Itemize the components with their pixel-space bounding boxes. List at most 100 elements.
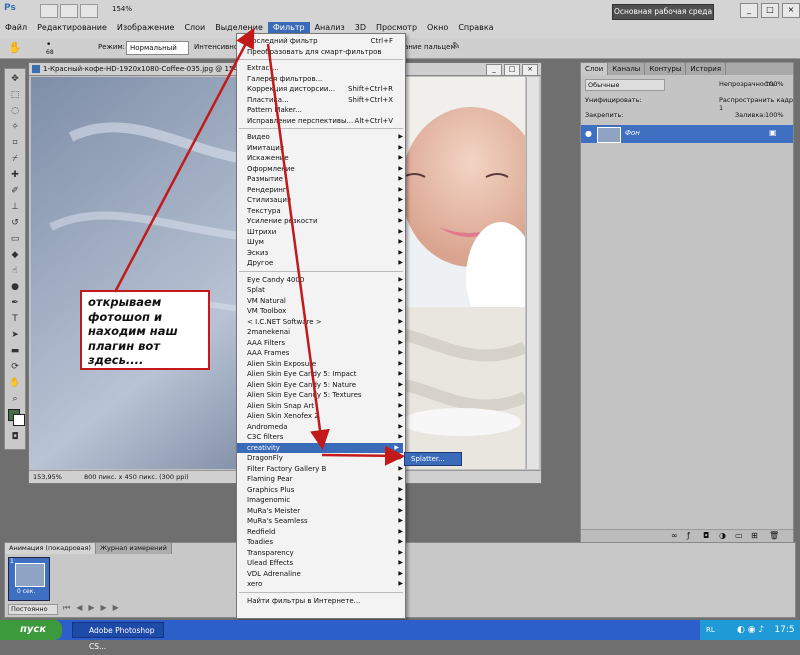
- vertical-scrollbar[interactable]: [526, 77, 539, 469]
- filter-menu-item[interactable]: Найти фильтры в Интернете...: [247, 596, 397, 606]
- marquee-tool-icon[interactable]: ⬚: [8, 89, 22, 101]
- menu-item-2[interactable]: Изображение: [112, 22, 180, 36]
- fill-value[interactable]: 100%: [765, 111, 784, 119]
- filter-menu-item[interactable]: Pattern Maker...: [247, 105, 397, 115]
- submenu-item-splatter[interactable]: Splatter...: [404, 452, 462, 466]
- path-selection-icon[interactable]: ➤: [8, 329, 22, 341]
- dodge-tool-icon[interactable]: ●: [8, 281, 22, 293]
- crop-tool-icon[interactable]: ⌗: [8, 137, 22, 149]
- menu-item-3[interactable]: Слои: [179, 22, 210, 36]
- filter-menu-item[interactable]: Усиление резкости ▶: [247, 216, 403, 226]
- filter-menu-item[interactable]: MuRa's Meister ▶: [247, 506, 403, 516]
- new-layer-icon[interactable]: ⊞: [751, 531, 758, 540]
- layer-mask-icon[interactable]: ◘: [703, 531, 709, 540]
- filter-menu-item[interactable]: AAA Filters ▶: [247, 338, 403, 348]
- adjustment-layer-icon[interactable]: ◑: [719, 531, 726, 540]
- tab-layers[interactable]: Слои: [581, 63, 609, 75]
- filter-menu-item[interactable]: Transparency ▶: [247, 548, 403, 558]
- zoom-tool-icon[interactable]: ⌕: [8, 393, 22, 405]
- blend-mode-select[interactable]: Обычные: [585, 79, 665, 91]
- filter-menu-item[interactable]: Другое ▶: [247, 258, 403, 268]
- taskbar-photoshop[interactable]: Adobe Photoshop CS...: [72, 622, 164, 651]
- smudge-tool-icon[interactable]: ☝: [8, 265, 22, 277]
- history-brush-icon[interactable]: ↺: [8, 217, 22, 229]
- filter-menu-item[interactable]: Галерея фильтров...: [247, 74, 397, 84]
- filter-menu-item[interactable]: Стилизация ▶: [247, 195, 403, 205]
- filter-menu-item[interactable]: Имитация ▶: [247, 143, 403, 153]
- magic-wand-icon[interactable]: ✧: [8, 121, 22, 133]
- filter-menu-item[interactable]: Коррекция дисторсии... Shift+Ctrl+R: [247, 84, 397, 94]
- tab-animation[interactable]: Анимация (покадровая): [5, 543, 96, 554]
- minimize-icon[interactable]: _: [740, 3, 758, 18]
- filter-menu-item[interactable]: DragonFly ▶: [247, 453, 403, 463]
- frame-delay[interactable]: 0 сек.: [17, 588, 35, 595]
- filter-menu-item[interactable]: creativity ▶: [237, 442, 403, 453]
- animation-frame-1[interactable]: 1 0 сек.: [8, 557, 50, 601]
- filter-menu-item[interactable]: Alien Skin Xenofex 2 ▶: [247, 411, 403, 421]
- filter-menu-item[interactable]: Исправление перспективы... Alt+Ctrl+V: [247, 116, 397, 126]
- filter-menu-item[interactable]: VM Natural ▶: [247, 296, 403, 306]
- view-extras-icon[interactable]: [80, 4, 98, 18]
- hand-tool-icon[interactable]: ✋: [8, 377, 22, 389]
- filter-menu-item[interactable]: Alien Skin Eye Candy 5: Nature ▶: [247, 380, 403, 390]
- filter-menu-item[interactable]: Искажение ▶: [247, 153, 403, 163]
- tab-paths[interactable]: Контуры: [645, 63, 687, 75]
- tab-history[interactable]: История: [686, 63, 727, 75]
- filter-menu-item[interactable]: Текстура ▶: [247, 206, 403, 216]
- eraser-icon[interactable]: ▭: [8, 233, 22, 245]
- filter-menu-item[interactable]: Alien Skin Eye Candy 5: Impact ▶: [247, 369, 403, 379]
- menu-item-1[interactable]: Редактирование: [32, 22, 112, 36]
- filter-menu-item[interactable]: Splat ▶: [247, 285, 403, 295]
- link-layers-icon[interactable]: ∞: [671, 531, 678, 540]
- start-button[interactable]: пуск: [0, 620, 62, 640]
- playback-controls[interactable]: ⏮◀▶▶▶: [63, 603, 125, 613]
- tab-channels[interactable]: Каналы: [608, 63, 646, 75]
- lasso-tool-icon[interactable]: ◌: [8, 105, 22, 117]
- filter-menu-item[interactable]: Эскиз ▶: [247, 248, 403, 258]
- filter-menu-item[interactable]: Flaming Pear ▶: [247, 474, 403, 484]
- eyedropper-icon[interactable]: ⌿: [8, 153, 22, 165]
- trash-icon[interactable]: 🗑: [769, 531, 779, 540]
- menu-item-0[interactable]: Файл: [0, 22, 32, 36]
- filter-menu-item[interactable]: Alien Skin Snap Art ▶: [247, 401, 403, 411]
- 3d-rotate-icon[interactable]: ⟳: [8, 361, 22, 373]
- paint-bucket-icon[interactable]: ◆: [8, 249, 22, 261]
- filter-menu-item[interactable]: Размытие ▶: [247, 174, 403, 184]
- tray-icons[interactable]: ◐ ◉ ♪: [717, 625, 764, 635]
- menu-item-10[interactable]: Справка: [453, 22, 498, 36]
- doc-close-icon[interactable]: ×: [522, 64, 538, 76]
- move-tool-icon[interactable]: ✥: [8, 73, 22, 85]
- tab-measurement-log[interactable]: Журнал измерений: [95, 543, 172, 554]
- loop-select[interactable]: Постоянно: [8, 604, 58, 615]
- filter-menu-item[interactable]: < I.C.NET Software > ▶: [247, 317, 403, 327]
- filter-menu-item[interactable]: Штрихи ▶: [247, 227, 403, 237]
- quick-mask-icon[interactable]: ◘: [8, 431, 22, 443]
- filter-menu-item[interactable]: Оформление ▶: [247, 164, 403, 174]
- layer-row[interactable]: ● Фон ▣: [581, 125, 793, 143]
- filter-menu-item[interactable]: 2manekenai ▶: [247, 327, 403, 337]
- filter-menu-item[interactable]: Рендеринг ▶: [247, 185, 403, 195]
- pen-pressure-icon[interactable]: ✎: [452, 41, 460, 52]
- filter-menu-item[interactable]: Ulead Effects ▶: [247, 558, 403, 568]
- filter-menu-item[interactable]: Extract...: [247, 63, 397, 73]
- pen-tool-icon[interactable]: ✒: [8, 297, 22, 309]
- filter-menu-item[interactable]: Toadies ▶: [247, 537, 403, 547]
- filter-menu-item[interactable]: Последний фильтр Ctrl+F: [247, 36, 397, 46]
- filter-menu-item[interactable]: xero ▶: [247, 579, 403, 589]
- healing-brush-icon[interactable]: ✚: [8, 169, 22, 181]
- brush-tool-icon[interactable]: ✐: [8, 185, 22, 197]
- filter-menu-item[interactable]: Redfield ▶: [247, 527, 403, 537]
- filter-menu-item[interactable]: AAA Frames ▶: [247, 348, 403, 358]
- filter-menu-item[interactable]: Andromeda ▶: [247, 422, 403, 432]
- filter-menu-item[interactable]: Eye Candy 4000 ▶: [247, 275, 403, 285]
- maximize-icon[interactable]: □: [761, 3, 779, 18]
- filter-menu-item[interactable]: VM Toolbox ▶: [247, 306, 403, 316]
- filter-menu-item[interactable]: Преобразовать для смарт-фильтров: [247, 47, 397, 57]
- opacity-value[interactable]: 100%: [765, 80, 784, 88]
- filter-menu-item[interactable]: Graphics Plus ▶: [247, 485, 403, 495]
- eye-icon[interactable]: ●: [585, 129, 592, 138]
- propagate-label[interactable]: Распространить кадр 1: [719, 96, 793, 112]
- background-color-swatch[interactable]: [13, 414, 25, 426]
- filter-menu-item[interactable]: Alien Skin Eye Candy 5: Textures ▶: [247, 390, 403, 400]
- layer-style-icon[interactable]: ƒ: [687, 531, 690, 540]
